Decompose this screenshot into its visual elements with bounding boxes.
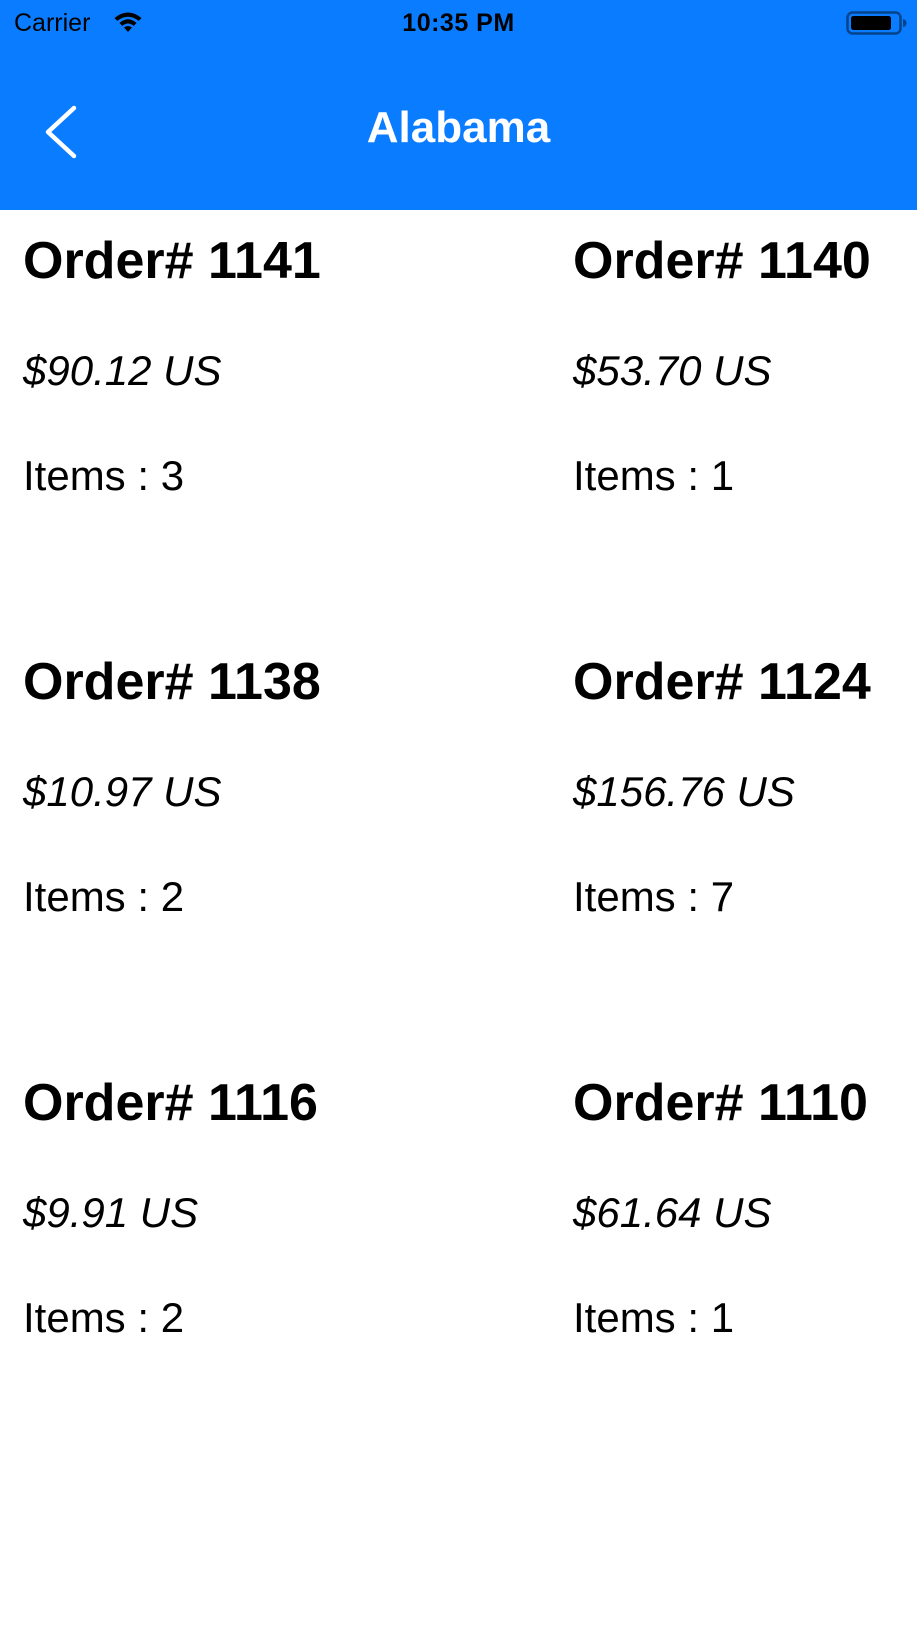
order-number: Order# 1116 <box>23 1074 318 1132</box>
order-card[interactable]: Order# 1124 $156.76 US Items : 7 <box>549 631 917 1052</box>
order-number: Order# 1141 <box>23 232 321 290</box>
order-total: $10.97 US <box>23 768 222 815</box>
order-number: Order# 1124 <box>573 653 871 711</box>
status-time: 10:35 PM <box>402 9 515 37</box>
order-item-count: Items : 1 <box>573 1294 735 1341</box>
order-card[interactable]: Order# 1138 $10.97 US Items : 2 <box>0 631 549 1052</box>
order-item-count: Items : 2 <box>23 1294 185 1341</box>
order-number: Order# 1138 <box>23 653 321 711</box>
battery-icon <box>846 10 908 36</box>
header: Carrier 10:35 PM Alabama <box>0 0 917 210</box>
order-card[interactable]: Order# 1141 $90.12 US Items : 3 <box>0 210 549 631</box>
order-item-count: Items : 2 <box>23 873 185 920</box>
order-card[interactable]: Order# 1110 $61.64 US Items : 1 <box>549 1052 917 1473</box>
orders-grid: Order# 1141 $90.12 US Items : 3 Order# 1… <box>0 210 917 1473</box>
order-total: $9.91 US <box>23 1189 199 1236</box>
order-item-count: Items : 3 <box>23 452 185 499</box>
order-total: $156.76 US <box>573 768 795 815</box>
order-item-count: Items : 7 <box>573 873 735 920</box>
page-title: Alabama <box>366 103 551 152</box>
order-number: Order# 1140 <box>573 232 871 290</box>
order-total: $90.12 US <box>23 347 222 394</box>
order-card[interactable]: Order# 1116 $9.91 US Items : 2 <box>0 1052 549 1473</box>
navigation-bar: Alabama <box>0 46 917 210</box>
order-number: Order# 1110 <box>573 1074 868 1132</box>
order-card[interactable]: Order# 1140 $53.70 US Items : 1 <box>549 210 917 631</box>
status-bar: Carrier 10:35 PM <box>0 0 917 46</box>
order-total: $53.70 US <box>573 347 772 394</box>
order-total: $61.64 US <box>573 1189 772 1236</box>
order-item-count: Items : 1 <box>573 452 735 499</box>
